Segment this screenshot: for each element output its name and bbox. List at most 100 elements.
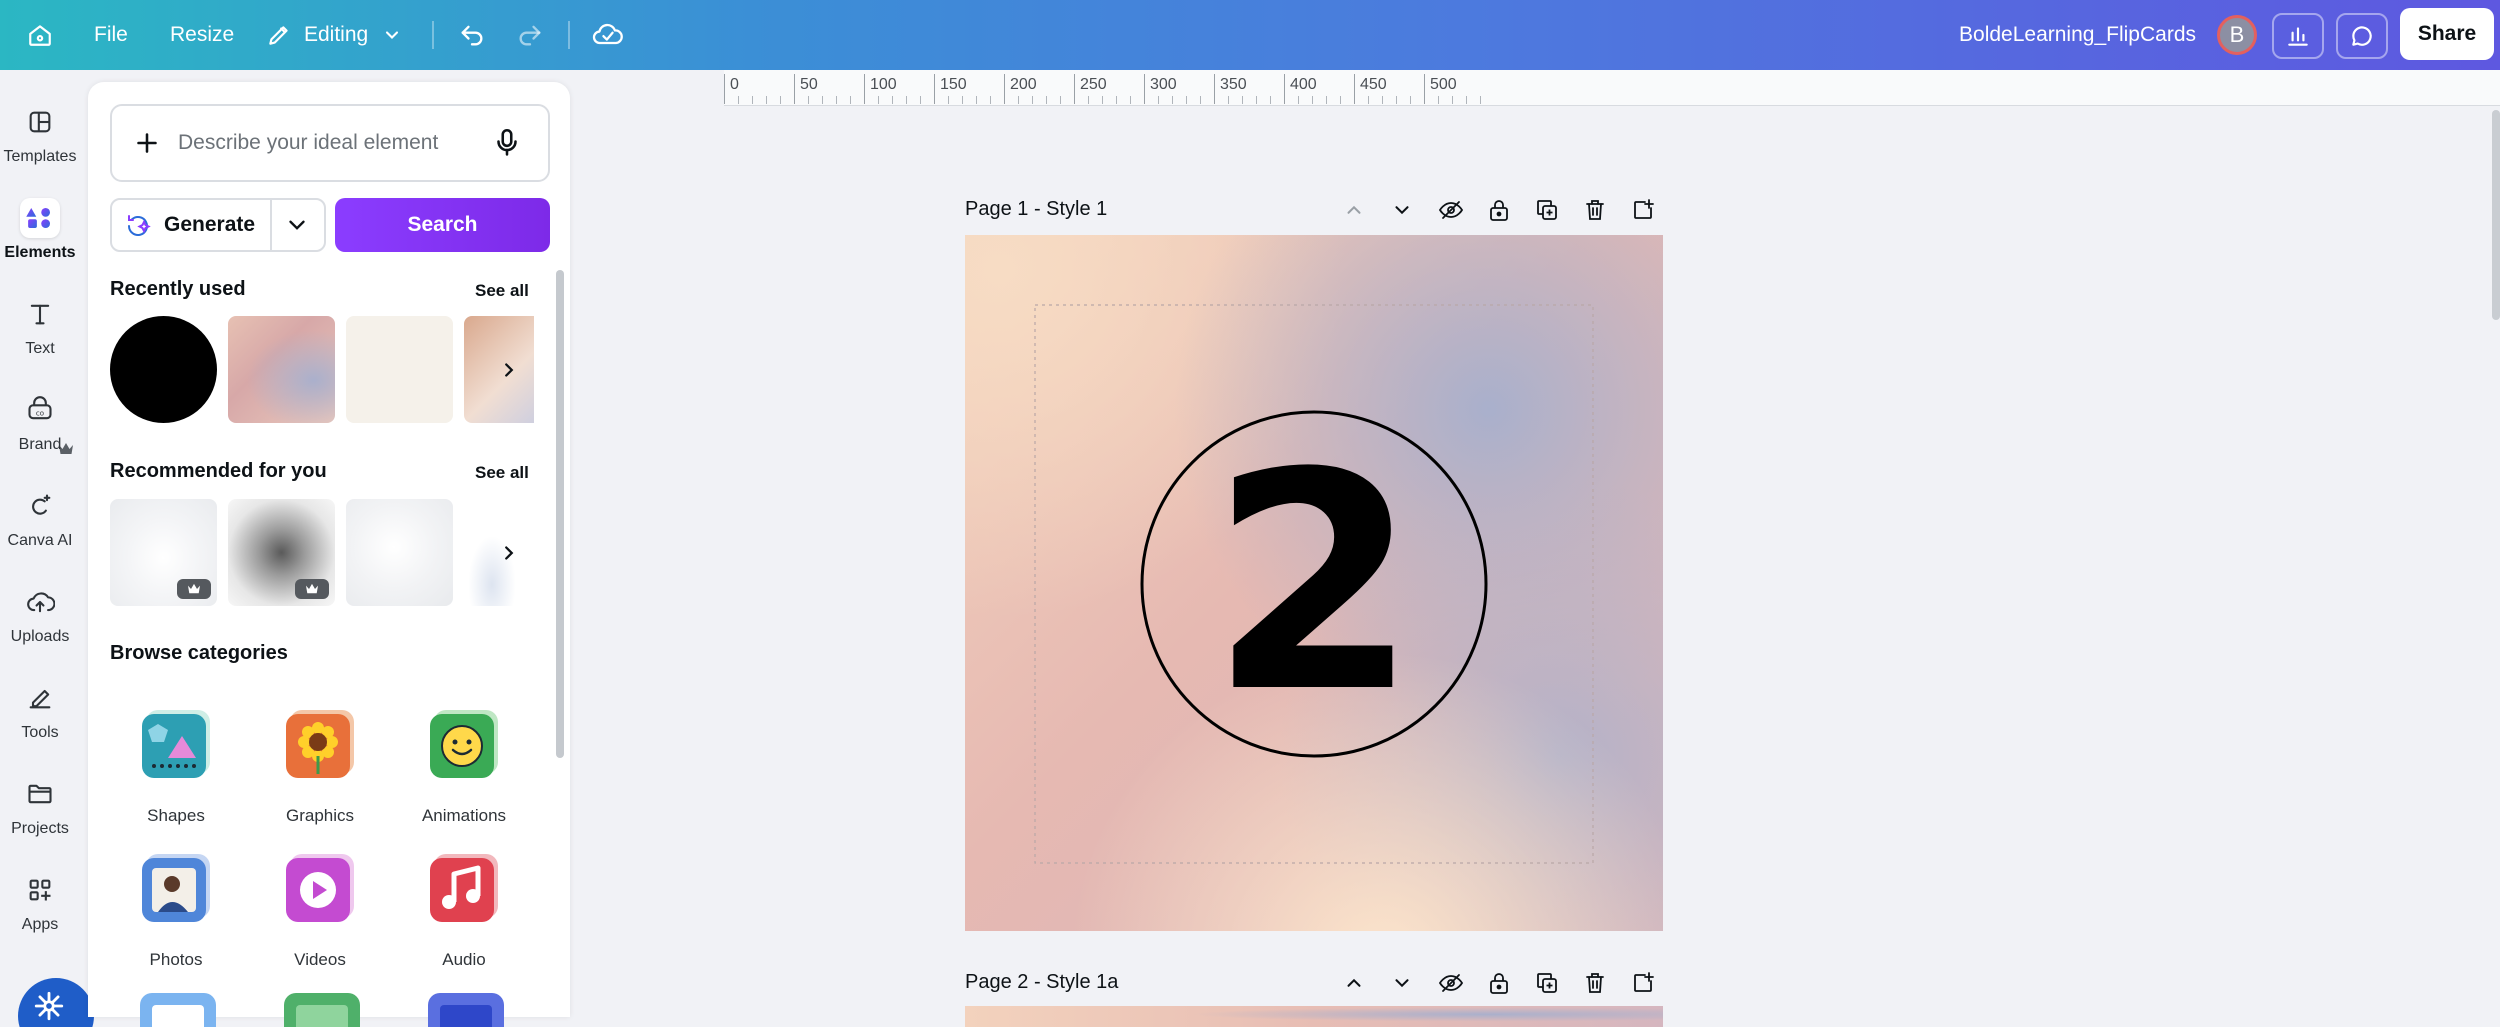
generate-label: Generate [164, 213, 256, 236]
category-animations[interactable]: Animations [404, 706, 524, 836]
ruler-minor-tick [1382, 96, 1383, 104]
rail-label: Canva AI [7, 532, 73, 549]
add-page-icon[interactable] [1629, 196, 1657, 224]
panel-scrollbar[interactable] [556, 270, 564, 758]
category-videos[interactable]: Videos [260, 850, 380, 980]
page-2-canvas[interactable] [965, 1006, 1663, 1027]
canvas-scrollbar[interactable] [2492, 110, 2500, 320]
ruler-minor-tick [1116, 96, 1117, 104]
add-page-icon[interactable] [1629, 969, 1657, 997]
page-2-title[interactable]: Page 2 - Style 1a [965, 971, 1118, 994]
duplicate-page-icon[interactable] [1533, 969, 1561, 997]
see-all-recent-link[interactable]: See all [475, 281, 529, 301]
cloud-saved-icon[interactable] [588, 15, 628, 55]
ruler-minor-tick [990, 96, 991, 104]
rail-label: Tools [21, 724, 59, 741]
recent-cream-element[interactable] [346, 316, 453, 423]
chevron-down-icon[interactable] [284, 212, 310, 238]
ruler-tick [1074, 74, 1075, 104]
apps-icon [20, 870, 60, 910]
ruler-minor-tick [850, 96, 851, 104]
ruler-label: 450 [1360, 76, 1387, 93]
ruler-label: 300 [1150, 76, 1177, 93]
tools-icon [20, 678, 60, 718]
hide-page-icon[interactable] [1437, 969, 1465, 997]
hide-page-icon[interactable] [1437, 196, 1465, 224]
category-partial[interactable] [284, 993, 360, 1027]
pencil-icon [266, 22, 292, 48]
rail-item-text[interactable]: Text [0, 284, 80, 374]
recent-gradient-element[interactable] [228, 316, 335, 423]
recommended-element[interactable] [346, 499, 453, 606]
editing-label: Editing [304, 23, 369, 46]
category-audio[interactable]: Audio [404, 850, 524, 980]
ruler-minor-tick [1242, 96, 1243, 104]
chevron-up-icon[interactable] [1340, 196, 1368, 224]
rail-item-elements[interactable]: Elements [0, 188, 80, 278]
recommended-element[interactable] [228, 499, 335, 606]
trash-icon[interactable] [1581, 196, 1609, 224]
ruler-minor-tick [1200, 96, 1201, 104]
ai-input-placeholder[interactable]: Describe your ideal element [178, 106, 438, 180]
share-button[interactable]: Share [2400, 8, 2494, 60]
ruler-label: 350 [1220, 76, 1247, 93]
duplicate-page-icon[interactable] [1533, 196, 1561, 224]
ruler-label: 0 [730, 76, 739, 93]
chevron-down-icon[interactable] [1388, 196, 1416, 224]
rail-item-canva-ai[interactable]: Canva AI [0, 476, 80, 566]
ruler-minor-tick [836, 96, 837, 104]
page-number-text[interactable]: 2 [965, 235, 1663, 931]
redo-icon[interactable] [510, 15, 550, 55]
rail-item-projects[interactable]: Projects [0, 764, 80, 854]
see-all-recommended-link[interactable]: See all [475, 463, 529, 483]
ruler-minor-tick [1172, 96, 1173, 104]
microphone-icon[interactable] [490, 126, 524, 160]
lock-icon[interactable] [1485, 196, 1513, 224]
ruler-minor-tick [1018, 96, 1019, 104]
category-partial[interactable] [428, 993, 504, 1027]
file-menu[interactable]: File [94, 0, 128, 70]
ai-element-input[interactable]: Describe your ideal element [110, 104, 550, 182]
graphics-icon [282, 706, 358, 782]
category-graphics[interactable]: Graphics [260, 706, 380, 836]
category-shapes[interactable]: Shapes [116, 706, 236, 836]
recommended-element[interactable] [110, 499, 217, 606]
chevron-right-icon[interactable] [494, 355, 524, 385]
rail-label: Templates [3, 148, 77, 165]
recent-circle-element[interactable] [110, 316, 217, 423]
generate-button[interactable]: Generate [110, 198, 326, 252]
chevron-up-icon[interactable] [1340, 969, 1368, 997]
category-label: Shapes [147, 806, 205, 825]
rail-item-tools[interactable]: Tools [0, 668, 80, 758]
rail-label: Projects [11, 820, 69, 837]
document-title[interactable]: BoldeLearning_FlipCards [1959, 0, 2196, 70]
rail-item-brand[interactable]: co Brand [0, 380, 80, 470]
lock-icon[interactable] [1485, 969, 1513, 997]
rail-item-uploads[interactable]: Uploads [0, 572, 80, 662]
trash-icon[interactable] [1581, 969, 1609, 997]
resize-button[interactable]: Resize [170, 0, 234, 70]
category-label: Videos [294, 950, 346, 969]
ruler-minor-tick [1270, 96, 1271, 104]
plus-icon[interactable] [130, 126, 164, 160]
home-icon[interactable] [20, 15, 60, 55]
chevron-right-icon[interactable] [494, 538, 524, 568]
chevron-down-icon[interactable] [1388, 969, 1416, 997]
rail-item-apps[interactable]: Apps [0, 860, 80, 950]
category-partial[interactable] [140, 993, 216, 1027]
ruler-minor-tick [1452, 96, 1453, 104]
page-1-title[interactable]: Page 1 - Style 1 [965, 198, 1107, 221]
search-button[interactable]: Search [335, 198, 550, 252]
category-photos[interactable]: Photos [116, 850, 236, 980]
rail-item-templates[interactable]: Templates [0, 92, 80, 182]
uploads-icon [20, 582, 60, 622]
brand-icon: co [20, 390, 60, 430]
undo-icon[interactable] [452, 15, 492, 55]
ruler-minor-tick [906, 96, 907, 104]
comments-button[interactable] [2336, 13, 2388, 59]
editing-mode-button[interactable]: Editing [266, 0, 402, 70]
ruler-tick [1424, 74, 1425, 104]
page-1-canvas[interactable]: 2 [965, 235, 1663, 931]
avatar[interactable]: B [2217, 15, 2257, 55]
insights-button[interactable] [2272, 13, 2324, 59]
